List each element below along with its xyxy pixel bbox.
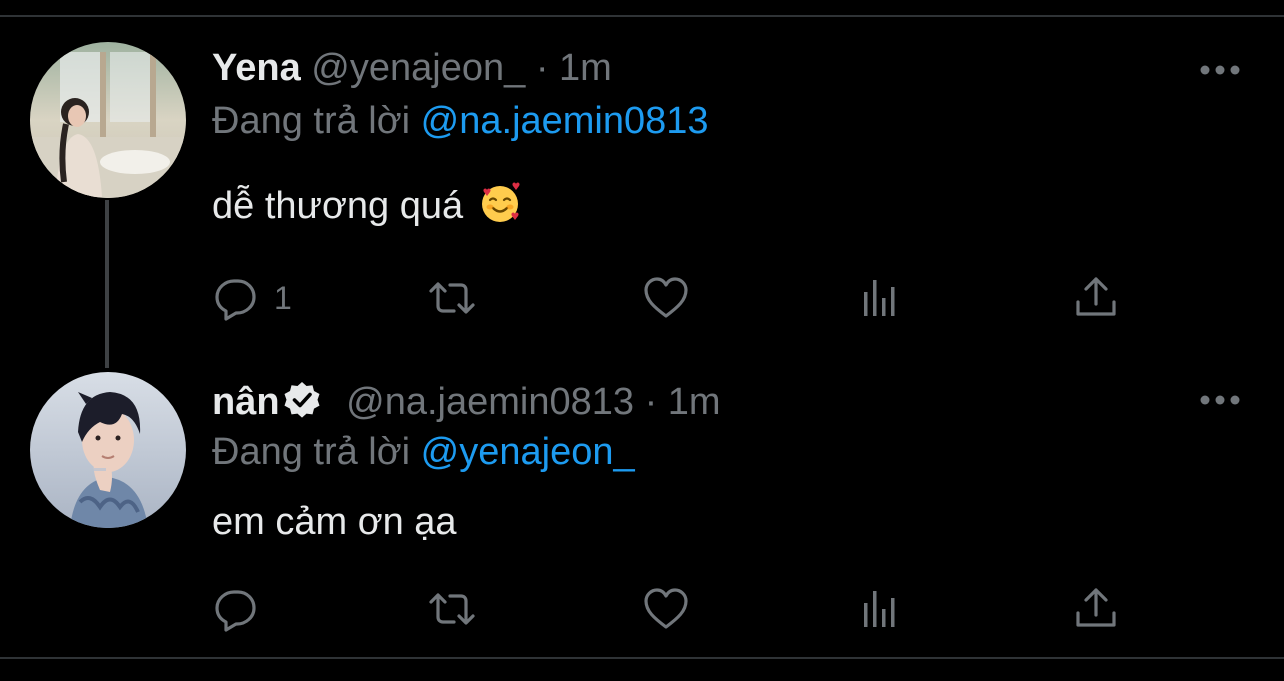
retweet-button[interactable] [428,274,476,322]
timestamp[interactable]: 1m [668,381,721,423]
smiling-face-with-hearts-icon [478,182,522,226]
tweet-header: nân @na.jaemin0813 · 1m [212,378,721,426]
separator-dot: · [535,47,549,89]
tweet-text-content: dễ thương quá [212,185,464,227]
bottom-divider [0,657,1284,659]
display-name[interactable]: Yena [212,47,301,89]
reply-button[interactable] [212,585,274,633]
mention-link[interactable]: @yenajeon_ [421,431,635,473]
replying-to: Đang trả lời @na.jaemin0813 [212,97,709,145]
reply-icon [212,585,260,633]
timestamp[interactable]: 1m [559,47,612,89]
reply-button[interactable]: 1 [212,274,292,322]
like-button[interactable] [642,274,690,322]
reply-count: 1 [274,279,292,316]
more-dots-icon[interactable] [1198,390,1242,410]
avatar[interactable] [30,42,186,198]
verified-badge-icon [282,380,322,420]
share-icon [1072,585,1120,633]
views-icon [856,274,904,322]
avatar-nan-photo [30,372,186,528]
share-button[interactable] [1072,585,1120,633]
tweet-text-content: em cảm ơn ạa [212,501,457,543]
replying-prefix: Đang trả lời [212,431,411,473]
avatar[interactable] [30,372,186,528]
retweet-button[interactable] [428,585,476,633]
share-button[interactable] [1072,274,1120,322]
share-icon [1072,274,1120,322]
separator-dot: · [644,381,658,423]
heart-icon [642,585,690,633]
views-button[interactable] [856,274,904,322]
retweet-icon [428,585,476,633]
more-dots-icon[interactable] [1198,60,1242,80]
reply-icon [212,274,260,322]
tweet-yena[interactable]: Yena @yenajeon_ · 1m Đang trả lời @na.ja… [0,0,1284,340]
user-handle[interactable]: @na.jaemin0813 [346,381,634,423]
replying-to: Đang trả lời @yenajeon_ [212,428,635,476]
display-name[interactable]: nân [212,381,280,423]
replying-prefix: Đang trả lời [212,100,411,142]
mention-link[interactable]: @na.jaemin0813 [421,100,709,142]
tweet-text: dễ thương quá [212,182,522,230]
tweet-text: em cảm ơn ạa [212,498,457,546]
views-button[interactable] [856,585,904,633]
views-icon [856,585,904,633]
like-button[interactable] [642,585,690,633]
user-handle[interactable]: @yenajeon_ [311,47,525,89]
avatar-yena-photo [30,42,186,198]
retweet-icon [428,274,476,322]
tweet-header: Yena @yenajeon_ · 1m [212,44,612,92]
tweet-nan[interactable]: nân @na.jaemin0813 · 1m Đang trả lời @ye… [0,340,1284,657]
heart-icon [642,274,690,322]
